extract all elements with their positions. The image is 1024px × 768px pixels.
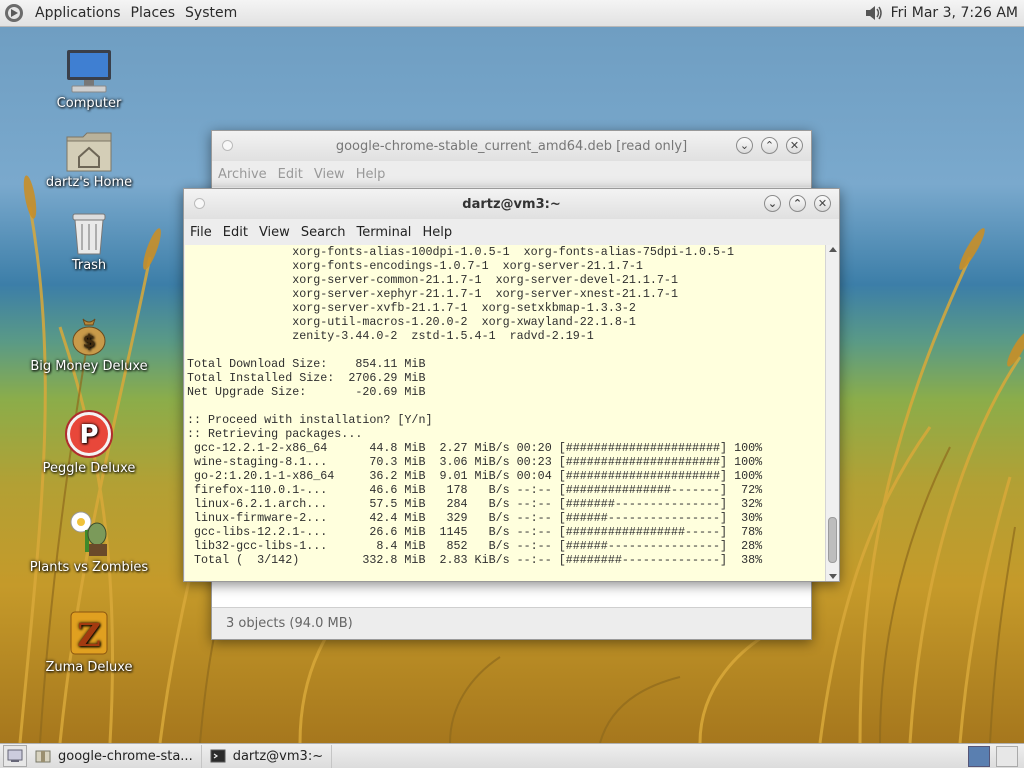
archive-menu-edit[interactable]: Edit xyxy=(275,167,311,182)
desktop-icon-label: Peggle Deluxe xyxy=(42,461,136,476)
plants-vs-zombies-icon xyxy=(70,511,107,556)
home-folder-icon xyxy=(66,132,112,172)
terminal-line: Net Upgrade Size: -20.69 MiB xyxy=(187,385,426,399)
terminal-line: zenity-3.44.0-2 zstd-1.5.4-1 radvd-2.19-… xyxy=(187,329,594,343)
desktop-icon-label: Zuma Deluxe xyxy=(45,660,133,675)
scroll-down-icon[interactable] xyxy=(829,574,837,579)
computer-icon xyxy=(67,50,111,93)
places-menu[interactable]: Places xyxy=(126,5,181,21)
terminal-line: gcc-12.2.1-2-x86_64 44.8 MiB 2.27 MiB/s … xyxy=(187,441,763,455)
applications-menu[interactable]: Applications xyxy=(30,5,126,21)
terminal-line: xorg-fonts-encodings-1.0.7-1 xorg-server… xyxy=(187,259,643,273)
terminal-line: firefox-110.0.1-... 46.6 MiB 178 B/s --:… xyxy=(187,483,763,497)
terminal-menu-search[interactable]: Search xyxy=(298,225,354,240)
terminal-line: xorg-server-xvfb-21.1.7-1 xorg-setxkbmap… xyxy=(187,301,636,315)
terminal-line: Total Download Size: 854.11 MiB xyxy=(187,357,426,371)
bottom-panel: google-chrome-sta... dartz@vm3:~ xyxy=(0,743,1024,768)
desktop-icon-plants-vs-zombies[interactable]: Plants vs Zombies xyxy=(29,508,149,575)
taskbar-label: dartz@vm3:~ xyxy=(232,748,324,764)
zuma-icon: Z xyxy=(70,611,108,655)
maximize-icon[interactable]: ⌃ xyxy=(789,195,806,212)
volume-icon[interactable] xyxy=(863,3,885,23)
svg-text:$: $ xyxy=(83,331,96,352)
desktop-icon-zuma[interactable]: Z Zuma Deluxe xyxy=(29,608,149,675)
terminal-line: :: Retrieving packages... xyxy=(187,427,363,441)
desktop-icon-computer[interactable]: Computer xyxy=(29,48,149,111)
system-menu[interactable]: System xyxy=(180,5,242,21)
archive-statusbar: 3 objects (94.0 MB) xyxy=(212,607,811,639)
terminal-menu-terminal[interactable]: Terminal xyxy=(353,225,419,240)
terminal-line: Total ( 3/142) 332.8 MiB 2.83 KiB/s --:-… xyxy=(187,553,763,567)
terminal-menu-file[interactable]: File xyxy=(187,225,220,240)
desktop-icon-home[interactable]: dartz's Home xyxy=(29,129,149,190)
archive-titlebar[interactable]: google-chrome-stable_current_amd64.deb [… xyxy=(212,131,811,161)
show-desktop-icon xyxy=(7,749,23,762)
desktop-icon-trash[interactable]: Trash xyxy=(29,210,149,273)
terminal-line: gcc-libs-12.2.1-... 26.6 MiB 1145 B/s --… xyxy=(187,525,763,539)
clock[interactable]: Fri Mar 3, 7:26 AM xyxy=(891,5,1024,21)
scrollbar-thumb[interactable] xyxy=(828,517,837,563)
workspace-2-button[interactable] xyxy=(996,745,1018,767)
terminal-line: :: Proceed with installation? [Y/n] xyxy=(187,413,433,427)
archive-status-text: 3 objects (94.0 MB) xyxy=(226,616,353,631)
svg-text:P: P xyxy=(79,420,98,450)
terminal-menu-view[interactable]: View xyxy=(256,225,298,240)
terminal-output[interactable]: xorg-fonts-alias-100dpi-1.0.5-1 xorg-fon… xyxy=(185,245,826,581)
window-menu-icon[interactable] xyxy=(222,140,233,151)
window-menu-icon[interactable] xyxy=(194,198,205,209)
terminal-menu-help[interactable]: Help xyxy=(419,225,460,240)
minimize-icon[interactable]: ⌄ xyxy=(736,137,753,154)
money-bag-icon: $ xyxy=(72,318,106,356)
peggle-icon: P xyxy=(65,410,113,458)
terminal-line: xorg-server-xephyr-21.1.7-1 xorg-server-… xyxy=(187,287,678,301)
desktop-icon-label: dartz's Home xyxy=(45,175,133,190)
archive-menu-help[interactable]: Help xyxy=(353,167,394,182)
desktop-icon-label: Computer xyxy=(56,96,122,111)
distro-logo-icon[interactable] xyxy=(4,3,24,23)
archive-menu-archive[interactable]: Archive xyxy=(215,167,275,182)
trash-icon xyxy=(72,213,106,255)
desktop-icon-peggle[interactable]: P Peggle Deluxe xyxy=(29,409,149,476)
terminal-titlebar[interactable]: dartz@vm3:~ ⌄ ⌃ ✕ xyxy=(184,189,839,219)
terminal-scrollbar[interactable] xyxy=(825,245,838,581)
desktop-icon-label: Plants vs Zombies xyxy=(29,560,149,575)
close-icon[interactable]: ✕ xyxy=(786,137,803,154)
archive-menubar: Archive Edit View Help xyxy=(212,161,811,187)
terminal-menu-edit[interactable]: Edit xyxy=(220,225,256,240)
minimize-icon[interactable]: ⌄ xyxy=(764,195,781,212)
archive-manager-icon xyxy=(35,750,51,763)
top-panel: Applications Places System Fri Mar 3, 7:… xyxy=(0,0,1024,27)
terminal-window-title: dartz@vm3:~ xyxy=(462,196,561,212)
workspace-1-button[interactable] xyxy=(968,745,990,767)
terminal-icon xyxy=(210,749,226,763)
archive-menu-view[interactable]: View xyxy=(311,167,353,182)
terminal-line: xorg-fonts-alias-100dpi-1.0.5-1 xorg-fon… xyxy=(187,245,735,259)
archive-window-controls: ⌄ ⌃ ✕ xyxy=(736,137,803,154)
maximize-icon[interactable]: ⌃ xyxy=(761,137,778,154)
close-icon[interactable]: ✕ xyxy=(814,195,831,212)
terminal-window-controls: ⌄ ⌃ ✕ xyxy=(764,195,831,212)
terminal-line: linux-6.2.1.arch... 57.5 MiB 284 B/s --:… xyxy=(187,497,763,511)
terminal-menubar: File Edit View Search Terminal Help xyxy=(184,219,839,245)
terminal-line: go-2:1.20.1-1-x86_64 36.2 MiB 9.01 MiB/s… xyxy=(187,469,763,483)
desktop-icon-big-money[interactable]: $ Big Money Deluxe xyxy=(29,313,149,374)
archive-window-title: google-chrome-stable_current_amd64.deb [… xyxy=(335,138,688,154)
taskbar-item-terminal[interactable]: dartz@vm3:~ xyxy=(206,744,333,768)
taskbar-label: google-chrome-sta... xyxy=(58,748,193,764)
desktop-icon-label: Big Money Deluxe xyxy=(30,359,148,374)
scroll-up-icon[interactable] xyxy=(829,247,837,252)
terminal-line: wine-staging-8.1... 70.3 MiB 3.06 MiB/s … xyxy=(187,455,763,469)
terminal-window[interactable]: dartz@vm3:~ ⌄ ⌃ ✕ File Edit View Search … xyxy=(183,188,840,582)
taskbar-item-archive[interactable]: google-chrome-sta... xyxy=(31,744,202,768)
terminal-line: xorg-server-common-21.1.7-1 xorg-server-… xyxy=(187,273,678,287)
show-desktop-button[interactable] xyxy=(3,745,27,767)
terminal-line: xorg-util-macros-1.20.0-2 xorg-xwayland-… xyxy=(187,315,636,329)
terminal-line: lib32-gcc-libs-1... 8.4 MiB 852 B/s --:-… xyxy=(187,539,763,553)
desktop-icon-label: Trash xyxy=(71,258,107,273)
svg-text:Z: Z xyxy=(77,616,100,654)
terminal-line: linux-firmware-2... 42.4 MiB 329 B/s --:… xyxy=(187,511,763,525)
terminal-line: Total Installed Size: 2706.29 MiB xyxy=(187,371,426,385)
